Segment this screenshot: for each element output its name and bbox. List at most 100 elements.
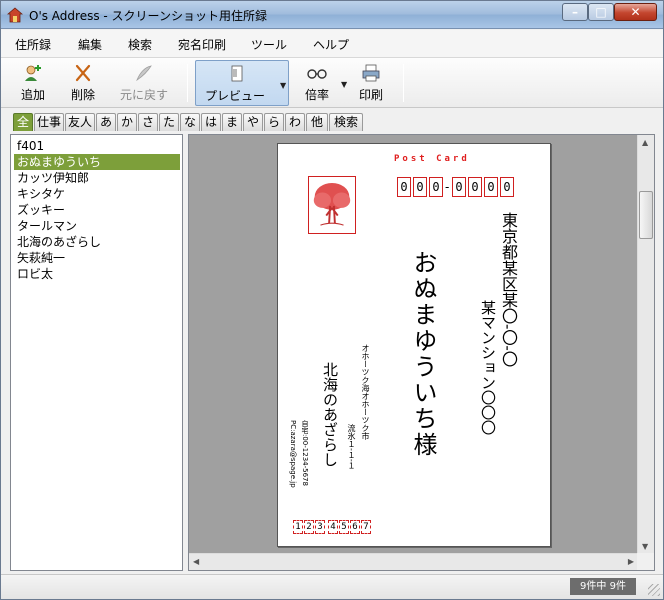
address-list[interactable]: f401 おぬまゆういち カッツ伊知郎 キシタケ ズッキー タールマン 北海のあ… bbox=[10, 134, 183, 571]
sender-address-line2: 流氷１-１-１ bbox=[347, 424, 356, 470]
status-bar: 9件中 9件 bbox=[1, 574, 663, 599]
title-bar[interactable]: O's Address - スクリーンショット用住所録 – □ ✕ bbox=[1, 1, 663, 29]
zip-digit: 0 bbox=[500, 177, 514, 197]
tab-other[interactable]: 他 bbox=[306, 113, 328, 131]
list-item[interactable]: タールマン bbox=[14, 218, 180, 234]
tab-ya[interactable]: や bbox=[243, 113, 263, 131]
index-tabs: 全 仕事 友人 あ か さ た な は ま や ら わ 他 検索 bbox=[1, 109, 663, 131]
horizontal-scrollbar[interactable]: ◀ ▶ bbox=[189, 553, 638, 570]
list-item[interactable]: ロビ太 bbox=[14, 266, 180, 282]
list-item[interactable]: f401 bbox=[14, 138, 180, 154]
tab-all[interactable]: 全 bbox=[13, 113, 33, 131]
tab-sa[interactable]: さ bbox=[138, 113, 158, 131]
scroll-down-icon[interactable]: ▼ bbox=[642, 542, 648, 551]
list-item[interactable]: ズッキー bbox=[14, 202, 180, 218]
tab-ka[interactable]: か bbox=[117, 113, 137, 131]
sender-name: 北海のあざらし bbox=[321, 362, 339, 467]
glasses-icon bbox=[307, 69, 327, 79]
close-button[interactable]: ✕ bbox=[614, 3, 657, 21]
menu-address-print[interactable]: 宛名印刷 bbox=[178, 36, 226, 53]
toolbar: 追加 削除 元に戻す プレビュー ▼ 倍率 ▼ 印刷 bbox=[1, 58, 663, 108]
delete-button[interactable]: 削除 bbox=[59, 60, 107, 106]
delete-x-icon bbox=[75, 64, 91, 82]
vertical-scrollbar[interactable]: ▲ ▼ bbox=[637, 135, 654, 554]
minimize-button[interactable]: – bbox=[562, 3, 588, 21]
tab-ma[interactable]: ま bbox=[222, 113, 242, 131]
sender-address-line1: オホーツク海オホーツク市 bbox=[361, 344, 370, 440]
undo-button[interactable]: 元に戻す bbox=[113, 60, 175, 106]
preview-label: プレビュー bbox=[204, 89, 265, 103]
tab-ha[interactable]: は bbox=[201, 113, 221, 131]
list-item[interactable]: 北海のあざらし bbox=[14, 234, 180, 250]
undo-label: 元に戻す bbox=[119, 88, 168, 102]
menu-search[interactable]: 検索 bbox=[128, 36, 152, 53]
delete-label: 削除 bbox=[70, 88, 95, 102]
menu-addressbook[interactable]: 住所録 bbox=[15, 36, 51, 53]
vertical-scroll-thumb[interactable] bbox=[639, 191, 653, 239]
list-item[interactable]: キシタケ bbox=[14, 186, 180, 202]
zip-digit: 0 bbox=[468, 177, 482, 197]
preview-page-icon bbox=[231, 65, 243, 82]
zip-digit: 0 bbox=[429, 177, 443, 197]
close-icon: ✕ bbox=[630, 5, 641, 19]
stamp-area bbox=[308, 176, 356, 234]
printer-icon bbox=[362, 64, 380, 82]
menu-bar: 住所録 編集 検索 宛名印刷 ツール ヘルプ bbox=[1, 30, 663, 58]
sender-zip-digit: 1 bbox=[293, 520, 303, 534]
add-button[interactable]: 追加 bbox=[9, 60, 57, 106]
scroll-left-icon[interactable]: ◀ bbox=[193, 557, 199, 566]
list-item[interactable]: カッツ伊知郎 bbox=[14, 170, 180, 186]
recipient-name: おぬまゆういち様 bbox=[409, 250, 437, 458]
add-label: 追加 bbox=[20, 88, 45, 102]
toolbar-separator bbox=[187, 64, 188, 102]
tab-ra[interactable]: ら bbox=[264, 113, 284, 131]
resize-grip-icon[interactable] bbox=[648, 584, 660, 596]
scroll-right-icon[interactable]: ▶ bbox=[628, 557, 634, 566]
sender-zip-digit: 6 bbox=[350, 520, 360, 534]
maximize-icon: □ bbox=[595, 5, 607, 19]
recipient-address-line2: 某マンション〇〇〇 bbox=[479, 300, 497, 435]
menu-edit[interactable]: 編集 bbox=[78, 36, 102, 53]
tree-icon bbox=[313, 182, 351, 226]
scroll-up-icon[interactable]: ▲ bbox=[642, 138, 648, 147]
zip-digit: 0 bbox=[452, 177, 466, 197]
tab-wa[interactable]: わ bbox=[285, 113, 305, 131]
recipient-address-line1: 東京都某区某〇-〇-〇 bbox=[499, 212, 518, 367]
zoom-label: 倍率 bbox=[304, 88, 329, 102]
tab-a[interactable]: あ bbox=[96, 113, 116, 131]
tab-work[interactable]: 仕事 bbox=[34, 113, 64, 131]
record-count-badge: 9件中 9件 bbox=[570, 578, 636, 595]
zip-digit: 0 bbox=[413, 177, 427, 197]
tab-na[interactable]: な bbox=[180, 113, 200, 131]
tab-ta[interactable]: た bbox=[159, 113, 179, 131]
app-window: O's Address - スクリーンショット用住所録 – □ ✕ 住所録 編集… bbox=[0, 0, 664, 600]
zip-digit: 0 bbox=[484, 177, 498, 197]
menu-help[interactable]: ヘルプ bbox=[313, 36, 349, 53]
preview-pane: Post Card 0 0 0 - 0 0 0 0 東京都某区某〇-〇-〇 某マ… bbox=[188, 134, 655, 571]
list-item-selected[interactable]: おぬまゆういち bbox=[14, 154, 180, 170]
chevron-down-icon[interactable]: ▼ bbox=[341, 80, 347, 89]
list-item[interactable]: 矢萩純一 bbox=[14, 250, 180, 266]
zip-digit: 0 bbox=[397, 177, 411, 197]
window-title: O's Address - スクリーンショット用住所録 bbox=[29, 9, 267, 23]
minimize-icon: – bbox=[572, 5, 578, 19]
preview-button[interactable]: プレビュー ▼ bbox=[195, 60, 289, 106]
house-icon bbox=[7, 7, 23, 23]
add-person-icon bbox=[25, 65, 41, 81]
sender-zip-digit: 4 bbox=[328, 520, 338, 534]
menu-tools[interactable]: ツール bbox=[251, 36, 287, 53]
chevron-down-icon[interactable]: ▼ bbox=[280, 81, 286, 90]
maximize-button[interactable]: □ bbox=[588, 3, 614, 21]
scroll-corner bbox=[637, 553, 654, 570]
sender-email: PC:azara@spage.jp bbox=[289, 420, 297, 488]
sender-phone: 自宅:00-1234-5678 bbox=[301, 420, 309, 486]
toolbar-separator bbox=[403, 64, 404, 102]
sender-zip-digit: 2 bbox=[304, 520, 314, 534]
tab-search[interactable]: 検索 bbox=[329, 113, 363, 131]
undo-feather-icon bbox=[136, 65, 152, 82]
tab-friends[interactable]: 友人 bbox=[65, 113, 95, 131]
zoom-button[interactable]: 倍率 ▼ bbox=[297, 60, 353, 106]
postcard-preview: Post Card 0 0 0 - 0 0 0 0 東京都某区某〇-〇-〇 某マ… bbox=[277, 143, 551, 547]
sender-zip-digit: 5 bbox=[339, 520, 349, 534]
print-button[interactable]: 印刷 bbox=[351, 60, 391, 106]
